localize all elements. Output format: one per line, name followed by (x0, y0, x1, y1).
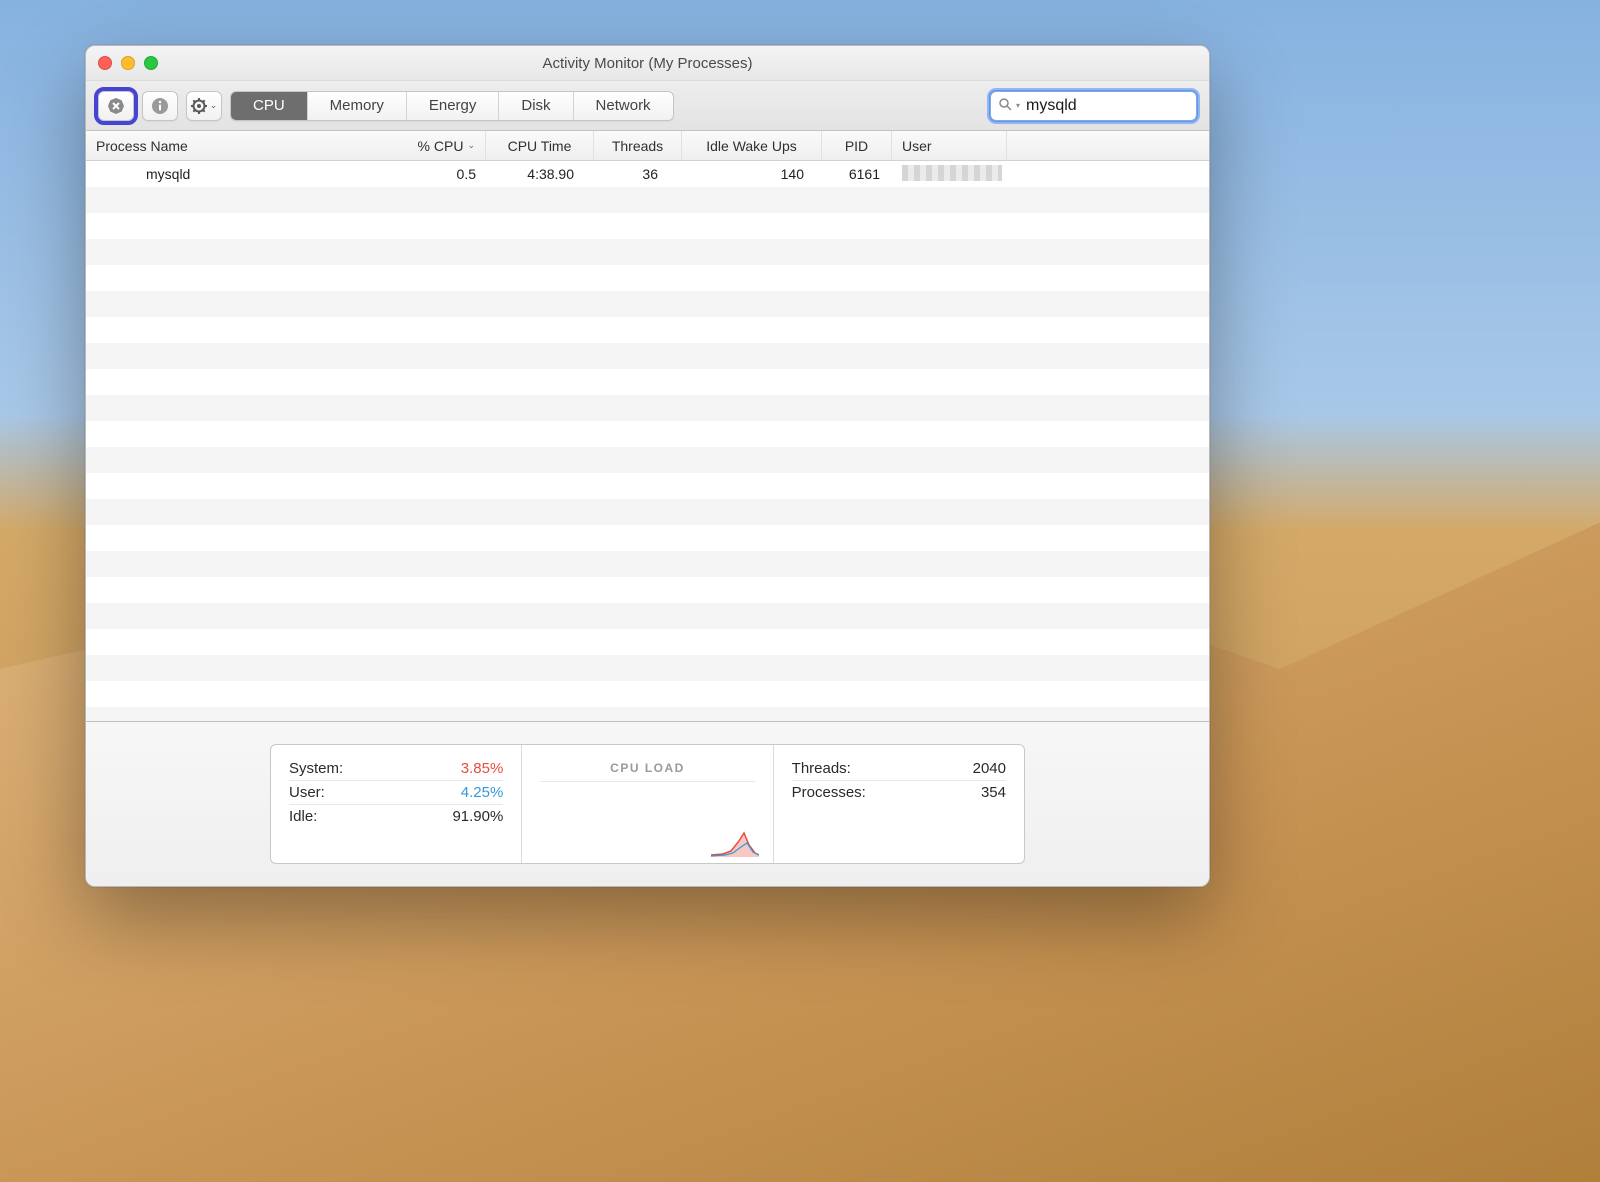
info-icon (151, 97, 169, 115)
search-scope-chevron-icon[interactable]: ▾ (1016, 101, 1020, 110)
tab-network[interactable]: Network (574, 92, 673, 120)
options-menu-button[interactable]: ⌄ (186, 91, 222, 121)
footer: System: 3.85% User: 4.25% Idle: 91.90% C… (86, 721, 1209, 886)
zoom-window-button[interactable] (144, 56, 158, 70)
stop-process-button[interactable] (98, 91, 134, 121)
cell-threads: 36 (594, 166, 682, 182)
cell-pct-cpu: 0.5 (396, 166, 486, 182)
col-pct-cpu[interactable]: % CPU ⌄ (396, 131, 486, 160)
tab-segmented-control: CPU Memory Energy Disk Network (230, 91, 674, 121)
table-row[interactable]: mysqld 0.5 4:38.90 36 140 6161 (86, 161, 1209, 187)
close-window-button[interactable] (98, 56, 112, 70)
sort-desc-icon: ⌄ (467, 140, 475, 151)
cpu-load-sparkline-icon (711, 827, 759, 857)
cpu-load-title: CPU LOAD (540, 757, 754, 782)
redacted-username (902, 165, 1002, 181)
cell-idle-wake: 140 (682, 166, 822, 182)
cell-pid: 6161 (822, 166, 892, 182)
processes-label: Processes: (792, 784, 866, 801)
column-headers: Process Name % CPU ⌄ CPU Time Threads Id… (86, 131, 1209, 161)
stats-left: System: 3.85% User: 4.25% Idle: 91.90% (271, 745, 522, 863)
minimize-window-button[interactable] (121, 56, 135, 70)
col-user[interactable]: User (892, 131, 1007, 160)
stats-right: Threads: 2040 Processes: 354 (774, 745, 1024, 863)
stats-middle: CPU LOAD (522, 745, 773, 863)
col-idle-wake-ups[interactable]: Idle Wake Ups (682, 131, 822, 160)
col-process-name[interactable]: Process Name (86, 131, 396, 160)
user-label: User: (289, 784, 325, 801)
search-icon (999, 98, 1012, 114)
cell-cpu-time: 4:38.90 (486, 166, 594, 182)
search-input[interactable] (1026, 97, 1210, 115)
threads-value: 2040 (973, 760, 1006, 777)
stop-icon (107, 97, 125, 115)
cell-user (892, 165, 1012, 184)
tab-disk[interactable]: Disk (499, 92, 573, 120)
col-cpu-time[interactable]: CPU Time (486, 131, 594, 160)
info-button[interactable] (142, 91, 178, 121)
system-value: 3.85% (461, 760, 504, 777)
col-filler (1007, 131, 1209, 160)
tab-memory[interactable]: Memory (308, 92, 407, 120)
titlebar: Activity Monitor (My Processes) (86, 46, 1209, 81)
user-value: 4.25% (461, 784, 504, 801)
col-pid[interactable]: PID (822, 131, 892, 160)
search-field[interactable]: ▾ ✕ (990, 91, 1197, 121)
processes-value: 354 (981, 784, 1006, 801)
stats-panel: System: 3.85% User: 4.25% Idle: 91.90% C… (270, 744, 1025, 864)
tab-energy[interactable]: Energy (407, 92, 500, 120)
col-threads[interactable]: Threads (594, 131, 682, 160)
process-table[interactable]: mysqld 0.5 4:38.90 36 140 6161 (86, 161, 1209, 721)
activity-monitor-window: Activity Monitor (My Processes) ⌄ CPU Me… (85, 45, 1210, 887)
system-label: System: (289, 760, 343, 777)
threads-label: Threads: (792, 760, 851, 777)
cell-process-name: mysqld (86, 166, 396, 182)
window-title: Activity Monitor (My Processes) (542, 55, 752, 72)
toolbar: ⌄ CPU Memory Energy Disk Network ▾ ✕ (86, 81, 1209, 131)
idle-value: 91.90% (452, 808, 503, 825)
chevron-down-icon: ⌄ (210, 100, 218, 111)
gear-icon (191, 98, 207, 114)
idle-label: Idle: (289, 808, 317, 825)
tab-cpu[interactable]: CPU (231, 92, 308, 120)
traffic-lights (98, 56, 158, 70)
